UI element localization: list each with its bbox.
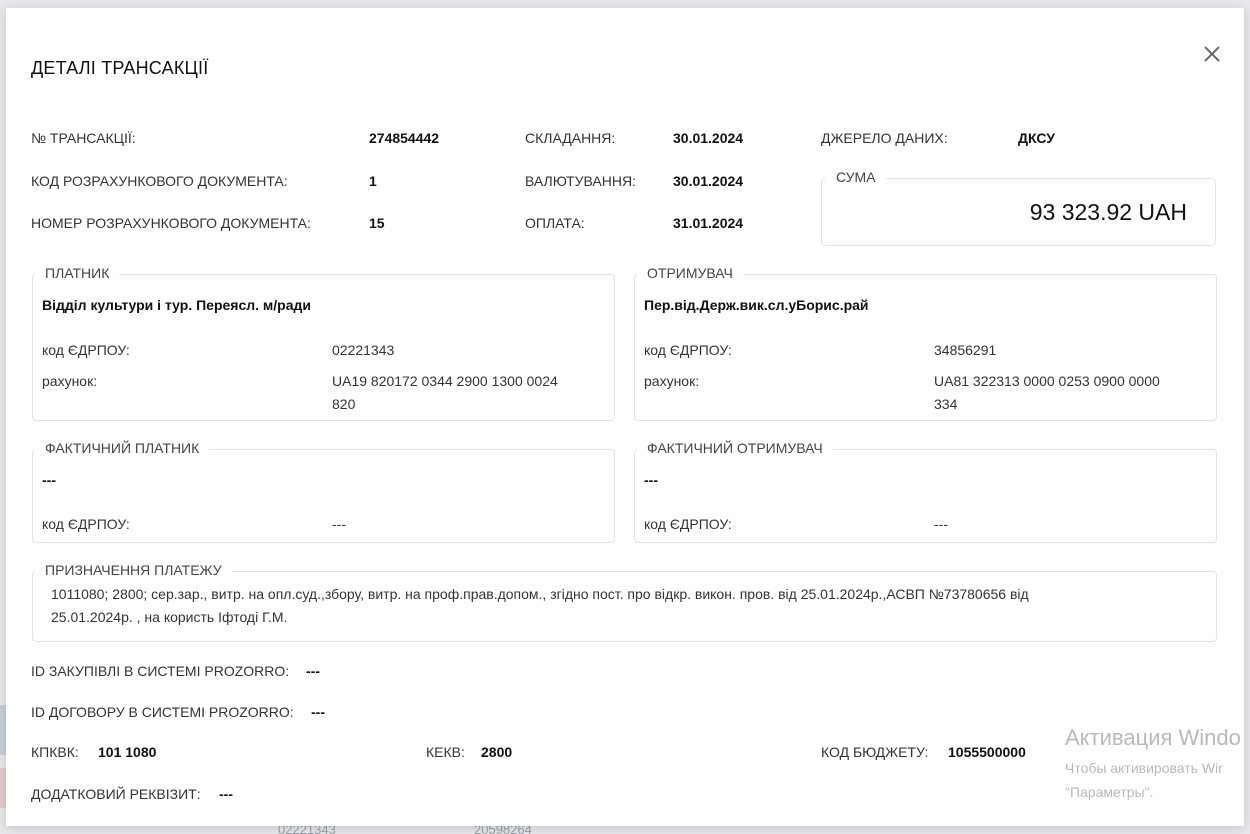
doc-code-value: 1 xyxy=(369,173,377,189)
source-label: ДЖЕРЕЛО ДАНИХ: xyxy=(821,130,948,146)
valuation-label: ВАЛЮТУВАННЯ: xyxy=(525,173,636,189)
receiver-legend: ОТРИМУВАЧ xyxy=(637,265,743,281)
prozorro-contract-value: --- xyxy=(311,704,325,720)
actual-payer-legend: ФАКТИЧНИЙ ПЛАТНИК xyxy=(35,440,210,456)
payment-label: ОПЛАТА: xyxy=(525,215,585,231)
activation-watermark-line: Чтобы активировать Wir xyxy=(1065,760,1223,776)
extra-label: ДОДАТКОВИЙ РЕКВІЗИТ: xyxy=(31,786,201,802)
kpkvk-label: КПКВК: xyxy=(31,744,79,760)
prozorro-purchase-label: ID ЗАКУПІВЛІ В СИСТЕМІ PROZORRO: xyxy=(31,663,290,679)
purpose-legend: ПРИЗНАЧЕННЯ ПЛАТЕЖУ xyxy=(35,562,232,578)
activation-watermark-text: Чтобы активировать Wir "Параметры". xyxy=(1065,756,1223,804)
valuation-date: 30.01.2024 xyxy=(673,173,744,189)
budget-code-value: 1055500000 xyxy=(948,744,1026,760)
doc-number-label: НОМЕР РОЗРАХУНКОВОГО ДОКУМЕНТА: xyxy=(31,215,311,231)
payment-date: 31.01.2024 xyxy=(673,215,744,231)
receiver-account-line2: 334 xyxy=(934,396,958,412)
actual-payer-edrpou-label: код ЄДРПОУ: xyxy=(42,516,130,532)
kekv-value: 2800 xyxy=(481,744,513,760)
payer-account-line2: 820 xyxy=(332,396,356,412)
payer-account-label: рахунок: xyxy=(42,373,98,389)
actual-receiver-edrpou-value: --- xyxy=(934,516,948,532)
payer-name: Відділ культури і тур. Переясл. м/ради xyxy=(42,297,311,313)
actual-receiver-box: ФАКТИЧНИЙ ОТРИМУВАЧ --- код ЄДРПОУ: --- xyxy=(634,440,1217,543)
transaction-no-label: № ТРАНСАКЦІЇ: xyxy=(31,130,136,146)
budget-code-label: КОД БЮДЖЕТУ: xyxy=(821,744,929,760)
actual-receiver-legend: ФАКТИЧНИЙ ОТРИМУВАЧ xyxy=(637,440,833,456)
transaction-details-modal: ДЕТАЛІ ТРАНСАКЦІЇ № ТРАНСАКЦІЇ: 27485444… xyxy=(6,8,1244,826)
source-value: ДКСУ xyxy=(1018,130,1055,146)
doc-code-label: КОД РОЗРАХУНКОВОГО ДОКУМЕНТА: xyxy=(31,173,288,189)
extra-value: --- xyxy=(219,786,233,802)
receiver-account-label: рахунок: xyxy=(644,373,700,389)
compiled-label: СКЛАДАННЯ: xyxy=(525,130,616,146)
receiver-edrpou-value: 34856291 xyxy=(934,342,997,358)
kekv-label: КЕКВ: xyxy=(426,744,465,760)
doc-number-value: 15 xyxy=(369,215,385,231)
modal-title: ДЕТАЛІ ТРАНСАКЦІЇ xyxy=(31,58,209,78)
sum-value: 93 323.92 UAH xyxy=(1029,199,1187,225)
payer-legend: ПЛАТНИК xyxy=(35,265,120,281)
transaction-no-value: 274854442 xyxy=(369,130,440,146)
close-icon[interactable] xyxy=(1200,42,1224,66)
purpose-box: ПРИЗНАЧЕННЯ ПЛАТЕЖУ 1011080; 2800; сер.з… xyxy=(32,562,1217,642)
purpose-line2: 25.01.2024р. , на користь Іфтоді Г.М. xyxy=(51,609,288,625)
receiver-edrpou-label: код ЄДРПОУ: xyxy=(644,342,732,358)
receiver-account-line1: UA81 322313 0000 0253 0900 0000 xyxy=(934,373,1160,389)
kpkvk-value: 101 1080 xyxy=(98,744,157,760)
sum-box: СУМА 93 323.92 UAH xyxy=(821,169,1216,246)
activation-watermark-line: "Параметры". xyxy=(1065,784,1154,800)
actual-payer-name: --- xyxy=(42,472,56,488)
payer-edrpou-label: код ЄДРПОУ: xyxy=(42,342,130,358)
purpose-line1: 1011080; 2800; сер.зар., витр. на опл.су… xyxy=(51,586,1029,602)
actual-receiver-edrpou-label: код ЄДРПОУ: xyxy=(644,516,732,532)
actual-receiver-name: --- xyxy=(644,472,658,488)
payer-edrpou-value: 02221343 xyxy=(332,342,395,358)
actual-payer-box: ФАКТИЧНИЙ ПЛАТНИК --- код ЄДРПОУ: --- xyxy=(32,440,615,543)
compiled-date: 30.01.2024 xyxy=(673,130,744,146)
activation-watermark-title: Активация Windo xyxy=(1065,725,1241,750)
receiver-box: ОТРИМУВАЧ Пер.від.Держ.вик.сл.уБорис.рай… xyxy=(634,265,1217,421)
prozorro-purchase-value: --- xyxy=(306,663,320,679)
prozorro-contract-label: ID ДОГОВОРУ В СИСТЕМІ PROZORRO: xyxy=(31,704,294,720)
payer-account-line1: UA19 820172 0344 2900 1300 0024 xyxy=(332,373,558,389)
payer-box: ПЛАТНИК Відділ культури і тур. Переясл. … xyxy=(32,265,615,421)
sum-legend: СУМА xyxy=(826,169,886,185)
actual-payer-edrpou-value: --- xyxy=(332,516,346,532)
receiver-name: Пер.від.Держ.вик.сл.уБорис.рай xyxy=(644,297,869,313)
